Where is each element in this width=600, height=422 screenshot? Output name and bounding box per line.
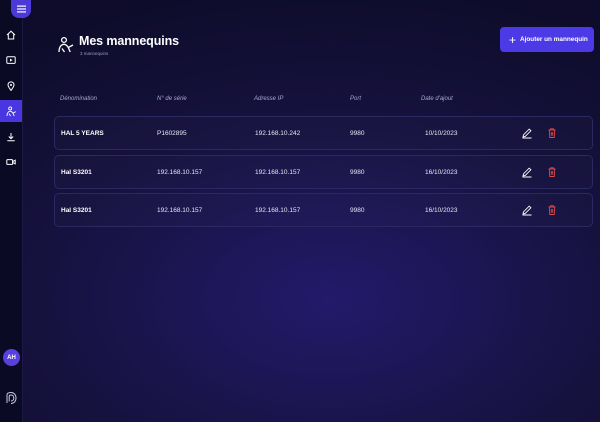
sidebar-item-home[interactable]: [0, 24, 22, 46]
row-serial: 192.168.10.157: [157, 207, 203, 214]
sidebar-item-videos[interactable]: [0, 49, 22, 71]
column-header-serial: N° de série: [157, 96, 187, 102]
row-name: Hal S3201: [61, 207, 92, 214]
delete-trash-icon[interactable]: [546, 166, 558, 178]
user-avatar[interactable]: AH: [3, 349, 20, 366]
column-header-name: Dénomination: [60, 96, 98, 102]
camera-icon: [6, 159, 16, 165]
delete-trash-icon[interactable]: [546, 204, 558, 216]
row-serial: 192.168.10.157: [157, 169, 203, 176]
row-date: 16/10/2023: [425, 169, 458, 176]
hamburger-icon: [16, 5, 26, 13]
column-header-date: Date d'ajout: [421, 96, 453, 102]
plus-icon: +: [509, 32, 517, 47]
home-icon: [6, 30, 16, 40]
edit-pencil-icon[interactable]: [521, 166, 533, 178]
add-mannequin-button[interactable]: + Ajouter un mannequin: [500, 27, 594, 52]
column-header-port: Port: [350, 96, 362, 102]
delete-trash-icon[interactable]: [546, 127, 558, 139]
row-port: 9980: [350, 130, 365, 137]
row-ip: 192.168.10.157: [255, 169, 301, 176]
row-serial: P1602895: [157, 130, 187, 137]
brand-logo-icon: [6, 391, 17, 404]
page-title: Mes mannequins: [79, 34, 180, 48]
row-ip: 192.168.10.157: [255, 207, 301, 214]
table-row[interactable]: Hal S3201 192.168.10.157 192.168.10.157 …: [54, 155, 593, 189]
location-pin-icon: [7, 81, 15, 91]
sidebar-item-camera[interactable]: [0, 151, 22, 173]
sidebar-item-download[interactable]: [0, 126, 22, 148]
row-port: 9980: [350, 207, 365, 214]
sidebar-item-location[interactable]: [0, 75, 22, 97]
column-header-ip: Adresse IP: [254, 96, 284, 102]
video-library-icon: [6, 56, 16, 64]
sidebar-item-mannequins[interactable]: [0, 100, 22, 122]
row-date: 10/10/2023: [425, 130, 458, 137]
table-row[interactable]: Hal S3201 192.168.10.157 192.168.10.157 …: [54, 193, 593, 227]
row-name: Hal S3201: [61, 169, 92, 176]
row-name: HAL 5 YEARS: [61, 130, 104, 137]
menu-toggle-button[interactable]: [11, 0, 31, 18]
row-port: 9980: [350, 169, 365, 176]
sidebar: AH: [0, 0, 31, 422]
row-date: 16/10/2023: [425, 207, 458, 214]
edit-pencil-icon[interactable]: [521, 127, 533, 139]
mannequin-header-icon: [58, 36, 74, 53]
page-subtitle: 3 mannequins: [80, 51, 109, 56]
table-row[interactable]: HAL 5 YEARS P1602895 192.168.10.242 9980…: [54, 116, 593, 150]
download-icon: [7, 133, 15, 142]
add-mannequin-label: Ajouter un mannequin: [520, 36, 588, 43]
edit-pencil-icon[interactable]: [521, 204, 533, 216]
row-ip: 192.168.10.242: [255, 130, 301, 137]
mannequin-icon: [6, 105, 16, 116]
